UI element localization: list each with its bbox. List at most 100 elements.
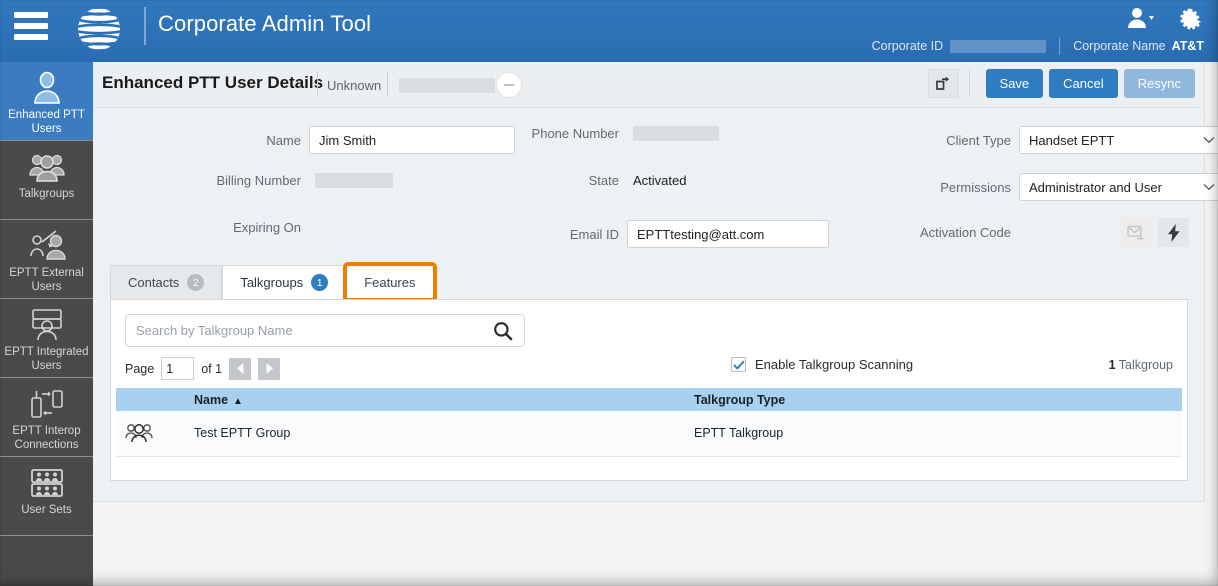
state-label: State bbox=[588, 173, 619, 188]
field-client-type: Client Type Handset EPTT bbox=[893, 126, 1218, 154]
email-forward-icon[interactable] bbox=[1121, 218, 1152, 247]
sidebar-item-label: EPTT Interop Connections bbox=[12, 425, 81, 451]
field-billing-number: Billing Number bbox=[153, 173, 393, 188]
prev-page-icon[interactable] bbox=[229, 357, 252, 380]
lightning-bolt-icon[interactable] bbox=[1158, 218, 1189, 247]
sort-ascending-icon: ▲ bbox=[233, 395, 243, 407]
talkgroup-count: 1 Talkgroup bbox=[1109, 358, 1173, 372]
page-total-label: of 1 bbox=[201, 361, 223, 376]
billing-number-label: Billing Number bbox=[216, 173, 301, 188]
single-user-icon bbox=[33, 71, 60, 104]
corporate-id-value-redacted bbox=[950, 39, 1047, 53]
talkgroups-table: Name ▲ Talkgroup Type Test EPTT Group EP… bbox=[116, 388, 1182, 457]
client-type-value: Handset EPTT bbox=[1029, 132, 1115, 148]
row-type-cell: EPTT Talkgroup bbox=[686, 411, 1182, 457]
header-divider bbox=[144, 7, 146, 45]
user-dropdown-icon[interactable] bbox=[1126, 7, 1156, 29]
external-user-icon bbox=[29, 230, 66, 260]
integrated-user-icon bbox=[31, 309, 62, 341]
enable-talkgroup-scanning-control[interactable]: Enable Talkgroup Scanning bbox=[731, 357, 913, 372]
table-header-talkgroup-type[interactable]: Talkgroup Type bbox=[686, 388, 1182, 411]
permissions-label: Permissions bbox=[940, 179, 1011, 195]
page-number-input[interactable] bbox=[161, 357, 195, 380]
title-divider-1 bbox=[317, 72, 318, 97]
corporate-info-divider bbox=[1059, 37, 1061, 55]
app-title: Corporate Admin Tool bbox=[158, 11, 372, 36]
search-input[interactable] bbox=[126, 323, 492, 338]
search-box[interactable] bbox=[125, 314, 525, 347]
field-email-id: Email ID bbox=[501, 220, 829, 248]
sidebar-item-enhanced-ptt-users[interactable]: Enhanced PTT Users bbox=[0, 62, 93, 141]
corporate-name-label: Corporate Name bbox=[1073, 39, 1166, 53]
minus-circle-icon[interactable] bbox=[497, 73, 521, 97]
pagination-controls: Page of 1 bbox=[125, 357, 281, 380]
table-row[interactable]: Test EPTT Group EPTT Talkgroup bbox=[116, 411, 1182, 457]
tab-talkgroups-label: Talkgroups bbox=[240, 275, 304, 290]
application-window: Corporate Admin Tool Corporate ID Corpor… bbox=[0, 0, 1218, 586]
talkgroup-icon bbox=[125, 423, 153, 442]
save-button[interactable]: Save bbox=[985, 69, 1044, 98]
permissions-value: Administrator and User bbox=[1029, 179, 1162, 195]
billing-number-value-redacted bbox=[315, 173, 393, 188]
att-globe-logo bbox=[78, 8, 120, 50]
field-phone-number: Phone Number bbox=[501, 126, 719, 141]
row-icon-cell bbox=[116, 411, 186, 457]
user-group-icon bbox=[28, 154, 65, 182]
actions-divider bbox=[968, 70, 970, 97]
field-permissions: Permissions Administrator and User bbox=[893, 173, 1218, 201]
sidebar-item-eptt-interop-connections[interactable]: EPTT Interop Connections bbox=[0, 378, 93, 457]
resync-button[interactable]: Resync bbox=[1123, 69, 1195, 98]
sidebar-item-user-sets[interactable]: User Sets bbox=[0, 457, 93, 536]
user-detail-form: Name Billing Number Expiring On Phone Nu… bbox=[93, 108, 1218, 256]
title-divider-2 bbox=[387, 72, 388, 97]
email-id-input[interactable] bbox=[627, 220, 829, 248]
name-label: Name bbox=[266, 132, 301, 148]
client-type-select[interactable]: Handset EPTT bbox=[1019, 126, 1218, 154]
page-label: Page bbox=[125, 361, 155, 376]
tab-bar: Contacts 2 Talkgroups 1 Features bbox=[110, 262, 437, 302]
field-expiring-on: Expiring On bbox=[153, 220, 315, 235]
field-name: Name bbox=[153, 126, 515, 154]
enable-talkgroup-scanning-checkbox[interactable] bbox=[731, 357, 746, 372]
main-content: Enhanced PTT User Details Unknown Save C… bbox=[93, 62, 1218, 576]
corporate-id-label: Corporate ID bbox=[871, 39, 944, 53]
sidebar-item-label: User Sets bbox=[21, 504, 72, 516]
sidebar-item-eptt-integrated-users[interactable]: EPTT Integrated Users bbox=[0, 299, 93, 378]
corporate-info: Corporate ID Corporate Name AT&T bbox=[872, 37, 1204, 55]
tab-talkgroups[interactable]: Talkgroups 1 bbox=[222, 265, 347, 299]
field-activation-code: Activation Code bbox=[893, 218, 1189, 247]
permissions-select[interactable]: Administrator and User bbox=[1019, 173, 1218, 201]
tab-contacts[interactable]: Contacts 2 bbox=[110, 265, 223, 299]
activation-code-label: Activation Code bbox=[919, 225, 1011, 240]
tab-features-label: Features bbox=[364, 275, 416, 290]
detail-actions: Save Cancel Resync bbox=[927, 69, 1195, 98]
talkgroup-count-number: 1 bbox=[1108, 358, 1116, 372]
client-type-label: Client Type bbox=[946, 132, 1011, 148]
share-export-icon[interactable] bbox=[927, 69, 959, 98]
sidebar-item-label: EPTT Integrated Users bbox=[4, 346, 89, 372]
sidebar-item-talkgroups[interactable]: Talkgroups bbox=[0, 141, 93, 220]
talkgroup-count-label: Talkgroup bbox=[1118, 358, 1173, 372]
sidebar-item-eptt-external-users[interactable]: EPTT External Users bbox=[0, 220, 93, 299]
table-header-name[interactable]: Name ▲ bbox=[186, 388, 686, 411]
tab-talkgroups-badge: 1 bbox=[311, 274, 329, 291]
checkmark-icon bbox=[732, 360, 745, 370]
detail-header: Enhanced PTT User Details Unknown Save C… bbox=[93, 62, 1204, 108]
phone-number-value-redacted bbox=[633, 126, 719, 141]
talkgroups-tab-panel: Page of 1 Enable bbox=[110, 299, 1188, 481]
page-title: Enhanced PTT User Details bbox=[102, 73, 324, 92]
name-input[interactable] bbox=[309, 126, 515, 154]
detail-redacted-value bbox=[399, 78, 495, 93]
hamburger-icon[interactable] bbox=[14, 12, 48, 42]
user-details-panel: Enhanced PTT User Details Unknown Save C… bbox=[93, 62, 1218, 502]
tab-contacts-badge: 2 bbox=[187, 274, 205, 291]
tab-features[interactable]: Features bbox=[343, 262, 437, 302]
search-icon[interactable] bbox=[492, 320, 514, 342]
expiring-on-label: Expiring On bbox=[233, 220, 301, 235]
table-header-type-label: Talkgroup Type bbox=[694, 392, 786, 407]
interop-connection-icon bbox=[30, 390, 63, 418]
cancel-button[interactable]: Cancel bbox=[1049, 69, 1118, 98]
gear-icon[interactable] bbox=[1176, 6, 1202, 32]
chevron-down-icon bbox=[1203, 136, 1215, 144]
next-page-icon[interactable] bbox=[258, 357, 281, 380]
